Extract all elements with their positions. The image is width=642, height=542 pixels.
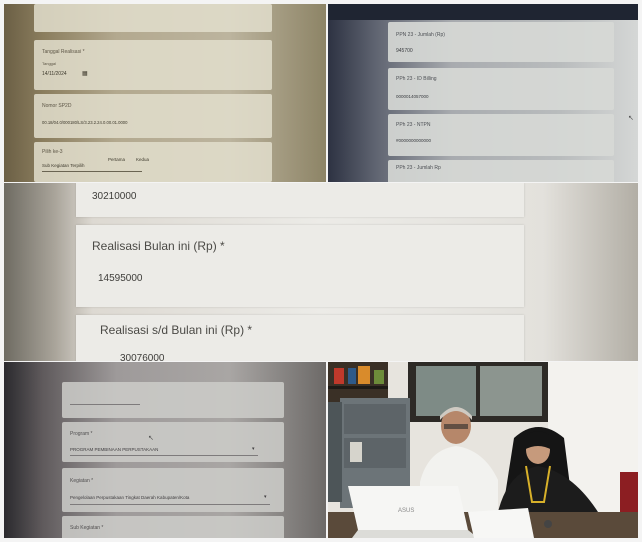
program-card: Program * PROGRAM PEMBINAAN PERPUSTAKAAN… [62, 422, 284, 462]
screen-photo-realisasi: 30210000 Realisasi Bulan ini (Rp) * 1459… [4, 183, 638, 361]
tanggal-label: Tanggal Realisasi * [42, 49, 85, 55]
form-card-top [34, 4, 272, 32]
option-pertama[interactable]: Pertama [108, 157, 125, 162]
pilih-card: Pilih ke-3 Pertama Kedua Sub Kegiatan Te… [34, 142, 272, 182]
pph-jumlah-label: PPh 23 - Jumlah Rp [396, 165, 441, 171]
ppn-jumlah-input[interactable]: 945700 [396, 48, 413, 54]
cursor-icon-2: ↖ [148, 435, 154, 442]
tanggal-card: Tanggal Realisasi * Tanggal 14/11/2024 ▦ [34, 40, 272, 90]
program-underline [70, 455, 258, 456]
screen-photo-form-dates: Tanggal Realisasi * Tanggal 14/11/2024 ▦… [4, 4, 326, 182]
pilih-value[interactable]: Sub Kegiatan Terpilih [42, 163, 84, 168]
realisasi-sd-label: Realisasi s/d Bulan ini (Rp) * [100, 323, 253, 337]
screen-photo-tax-fields: PPN 23 - Jumlah (Rp) 945700 PPh 23 - ID … [328, 4, 638, 182]
form-card-top2 [62, 382, 284, 418]
laptop-brand: ASUS [398, 508, 414, 514]
pph-billing-input[interactable]: 0000014057000 [396, 94, 429, 99]
pph-billing-card: PPh 23 - ID Billing 0000014057000 [388, 68, 614, 110]
screen-top-bar [328, 4, 638, 20]
office-scene: ASUS [328, 362, 638, 538]
realisasi-bulan-card: Realisasi Bulan ini (Rp) * 14595000 [76, 225, 524, 307]
cursor-icon: ↖ [628, 115, 634, 122]
realisasi-bulan-input[interactable]: 14595000 [98, 273, 143, 284]
pilih-label: Pilih ke-3 [42, 149, 63, 155]
realisasi-sd-card: Realisasi s/d Bulan ini (Rp) * 30076000 [76, 315, 524, 361]
subkegiatan-label: Sub Kegiatan * [70, 525, 104, 531]
kegiatan-select[interactable]: Pengelolaan Perpustakaan Tingkat Daerah … [70, 495, 189, 500]
program-select[interactable]: PROGRAM PEMBINAAN PERPUSTAKAAN [70, 447, 158, 452]
prev-value-card: 30210000 [76, 183, 524, 217]
pph-ntpn-card: PPh 23 - NTPN #0000000000000 [388, 114, 614, 156]
option-kedua[interactable]: Kedua [136, 157, 149, 162]
office-photo: ASUS [328, 362, 638, 538]
subkegiatan-card: Sub Kegiatan * [62, 516, 284, 538]
chevron-down-icon-2[interactable]: ▾ [264, 494, 267, 500]
realisasi-sd-input[interactable]: 30076000 [120, 353, 165, 361]
top-underline [70, 404, 140, 405]
chevron-down-icon[interactable]: ▾ [252, 446, 255, 452]
nomor-sp2d-label: Nomor SP2D [42, 103, 72, 109]
ppn-jumlah-label: PPN 23 - Jumlah (Rp) [396, 32, 445, 38]
pilih-underline [42, 171, 142, 172]
screen-photo-program: Program * PROGRAM PEMBINAAN PERPUSTAKAAN… [4, 362, 326, 538]
realisasi-bulan-label: Realisasi Bulan ini (Rp) * [92, 239, 225, 253]
prev-value[interactable]: 30210000 [92, 191, 137, 202]
ppn-jumlah-card: PPN 23 - Jumlah (Rp) 945700 [388, 22, 614, 62]
pph-jumlah-card: PPh 23 - Jumlah Rp [388, 160, 614, 182]
pph-ntpn-label: PPh 23 - NTPN [396, 122, 431, 128]
pph-ntpn-input[interactable]: #0000000000000 [396, 138, 431, 143]
pph-billing-label: PPh 23 - ID Billing [396, 76, 437, 82]
tanggal-sublabel: Tanggal [42, 61, 57, 66]
kegiatan-card: Kegiatan * Pengelolaan Perpustakaan Ting… [62, 468, 284, 512]
program-label: Program * [70, 431, 93, 437]
tanggal-input[interactable]: 14/11/2024 [42, 71, 67, 77]
kegiatan-label: Kegiatan * [70, 478, 94, 484]
nomor-sp2d-input[interactable]: 00.18/04.0/000180/LS/3.23.2.24.0.00.01.0… [42, 120, 127, 125]
calendar-icon[interactable]: ▦ [82, 70, 88, 77]
kegiatan-underline [70, 504, 270, 505]
nomor-sp2d-card: Nomor SP2D 00.18/04.0/000180/LS/3.23.2.2… [34, 94, 272, 138]
